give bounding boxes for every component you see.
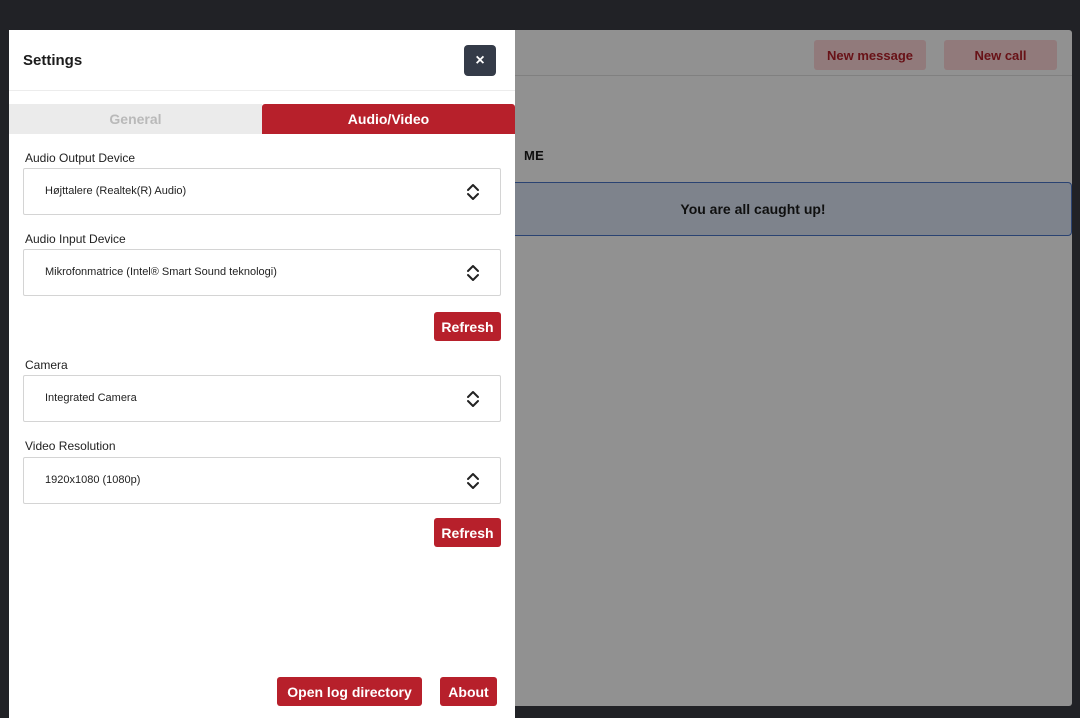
chevron-up-down-icon	[467, 184, 479, 200]
audio-output-label: Audio Output Device	[25, 151, 136, 165]
settings-title: Settings	[23, 52, 83, 69]
refresh-audio-devices-button[interactable]: Refresh	[434, 312, 501, 341]
audio-input-select[interactable]: Mikrofonmatrice (Intel® Smart Sound tekn…	[23, 249, 501, 296]
audio-input-label: Audio Input Device	[25, 232, 126, 246]
audio-input-value: Mikrofonmatrice (Intel® Smart Sound tekn…	[45, 266, 277, 278]
refresh-video-devices-button[interactable]: Refresh	[434, 518, 501, 547]
settings-tabs: General Audio/Video	[9, 104, 515, 134]
camera-value: Integrated Camera	[45, 392, 137, 404]
close-settings-button[interactable]: ×	[464, 45, 496, 76]
open-log-directory-button[interactable]: Open log directory	[277, 677, 422, 706]
divider	[9, 90, 515, 91]
audio-output-select[interactable]: Højttalere (Realtek(R) Audio)	[23, 168, 501, 215]
settings-panel: Settings × General Audio/Video Audio Out…	[9, 30, 515, 718]
tab-audio-video[interactable]: Audio/Video	[262, 104, 515, 134]
chevron-up-down-icon	[467, 391, 479, 407]
chevron-up-down-icon	[467, 265, 479, 281]
camera-label: Camera	[25, 358, 68, 372]
video-resolution-select[interactable]: 1920x1080 (1080p)	[23, 457, 501, 504]
chevron-up-down-icon	[467, 473, 479, 489]
video-resolution-label: Video Resolution	[25, 439, 116, 453]
camera-select[interactable]: Integrated Camera	[23, 375, 501, 422]
tab-general[interactable]: General	[9, 104, 262, 134]
video-resolution-value: 1920x1080 (1080p)	[45, 474, 141, 486]
about-button[interactable]: About	[440, 677, 497, 706]
close-icon: ×	[475, 51, 485, 69]
audio-output-value: Højttalere (Realtek(R) Audio)	[45, 185, 187, 197]
